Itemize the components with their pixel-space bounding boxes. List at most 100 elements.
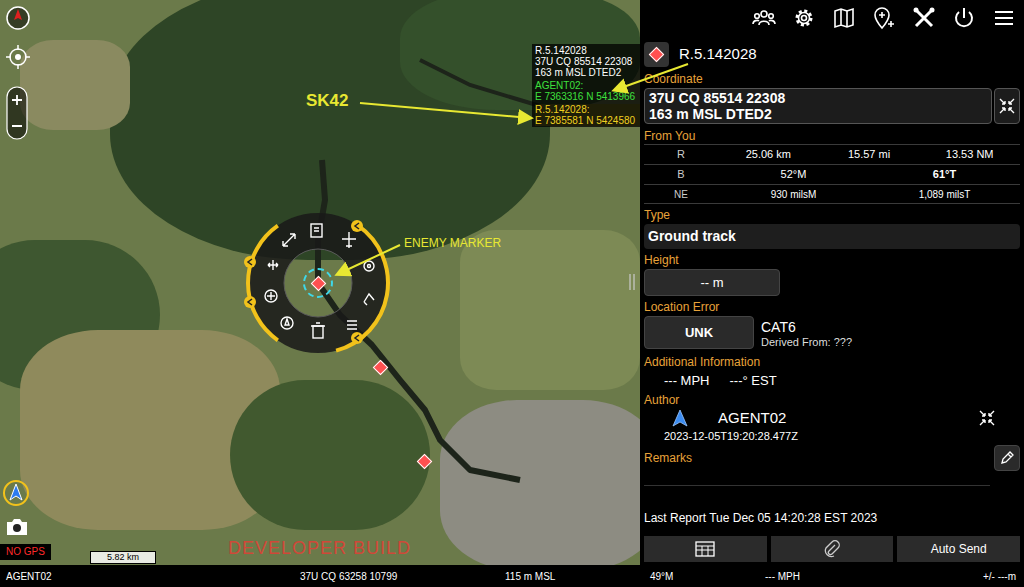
status-speed: --- MPH	[765, 569, 925, 584]
author-row: AGENT02	[644, 407, 1020, 429]
gear-icon[interactable]	[792, 6, 816, 30]
scale-bar: 5.82 km	[90, 551, 156, 564]
callout-line: E 7385581 N 5424580	[535, 115, 640, 126]
callout-line: R.5.142028	[535, 45, 640, 56]
category-text: CAT6	[761, 319, 852, 335]
diamond-icon	[416, 453, 432, 469]
speed-course-row: --- MPH ---° EST	[664, 373, 1020, 389]
enemy-marker-label: ENEMY MARKER	[404, 236, 501, 250]
coordinate-grid: 37U CQ 85514 22308	[649, 90, 987, 106]
marker-title[interactable]: R.5.142028	[679, 43, 757, 66]
contacts-icon[interactable]	[752, 6, 776, 30]
author-timestamp: 2023-12-05T19:20:28.477Z	[664, 429, 1020, 443]
details-table-button[interactable]	[644, 536, 767, 562]
table-row: NE 930 milsM 1,089 milsT	[644, 184, 1020, 204]
remarks-field[interactable]	[644, 485, 990, 486]
section-label: Additional Information	[644, 355, 1020, 369]
sk42-label: SK42	[306, 91, 349, 111]
diamond-icon	[310, 275, 326, 291]
table-cell: 52°M	[718, 166, 869, 183]
status-grid: 37U CQ 63258 10799	[300, 569, 505, 584]
range-bearing-table: R 25.06 km 15.57 mi 13.53 NM B 52°M 61°T…	[644, 144, 1020, 204]
callout-line: R.5.142028:	[535, 104, 640, 115]
last-report-text: Last Report Tue Dec 05 14:20:28 EST 2023	[644, 508, 1020, 528]
table-cell: 1,089 milsT	[869, 187, 1020, 202]
paperclip-icon	[823, 540, 841, 558]
app-screen: R.5.142028 37U CQ 85514 22308 163 m MSL …	[0, 0, 1024, 587]
derived-from-text: Derived From: ???	[761, 335, 852, 349]
status-heading: 49°M	[650, 569, 765, 584]
section-label: Type	[644, 208, 1020, 222]
title-row: R.5.142028	[644, 40, 1020, 68]
location-error-button[interactable]: UNK	[644, 316, 754, 349]
tools-icon[interactable]	[912, 6, 936, 30]
zoom-control-icon[interactable]	[6, 86, 28, 140]
type-field[interactable]: Ground track	[644, 224, 1020, 249]
course-text: ---° EST	[730, 373, 777, 389]
section-label: Coordinate	[644, 72, 1020, 86]
attachment-button[interactable]	[771, 536, 894, 562]
map-view[interactable]: R.5.142028 37U CQ 85514 22308 163 m MSL …	[0, 0, 640, 565]
town-area	[440, 400, 640, 565]
self-marker-icon[interactable]	[2, 479, 30, 507]
status-callsign: AGENT02	[0, 569, 300, 584]
table-icon	[695, 541, 715, 557]
coordinate-button[interactable]	[994, 88, 1020, 124]
camera-icon[interactable]	[4, 515, 30, 539]
coordinate-field[interactable]: 37U CQ 85514 22308 163 m MSL DTED2	[644, 88, 992, 124]
crosshair-arrows-icon	[998, 97, 1016, 115]
table-cell: 13.53 NM	[919, 146, 1020, 163]
callout-line: 163 m MSL DTED2	[535, 67, 640, 78]
category-block: CAT6 Derived From: ???	[761, 316, 852, 349]
author-arrow-icon	[672, 409, 688, 427]
details-panel: R.5.142028 Coordinate 37U CQ 85514 22308…	[640, 0, 1024, 565]
coordinate-callout: R.5.142028 37U CQ 85514 22308 163 m MSL …	[532, 44, 640, 127]
auto-send-button[interactable]: Auto Send	[897, 536, 1020, 562]
row-label: B	[644, 166, 718, 183]
remarks-row: Remarks	[644, 445, 1020, 471]
toolbar	[640, 0, 1024, 36]
forest-area	[230, 380, 430, 530]
author-name: AGENT02	[718, 407, 786, 430]
pencil-icon	[999, 450, 1015, 466]
section-label: From You	[644, 129, 1020, 143]
coordinate-row: 37U CQ 85514 22308 163 m MSL DTED2	[644, 88, 1020, 124]
gps-status: NO GPS	[0, 544, 51, 560]
add-point-icon[interactable]	[872, 6, 896, 30]
status-altitude: 115 m MSL	[505, 569, 650, 584]
table-cell: 930 milsM	[718, 187, 869, 202]
map-icon[interactable]	[832, 6, 856, 30]
field-area	[460, 230, 640, 390]
compass-icon[interactable]	[5, 5, 31, 31]
developer-watermark: DEVELOPER BUILD	[228, 535, 411, 562]
annotation-arrows-icon	[0, 0, 1024, 587]
main-area: R.5.142028 37U CQ 85514 22308 163 m MSL …	[0, 0, 1024, 565]
details-content: R.5.142028 Coordinate 37U CQ 85514 22308…	[640, 36, 1024, 565]
action-bar: Auto Send	[644, 536, 1020, 562]
table-cell: 25.06 km	[718, 146, 819, 163]
enemy-marker[interactable]	[303, 268, 333, 298]
edit-remarks-button[interactable]	[994, 445, 1020, 471]
callout-line: AGENT02:	[535, 80, 640, 91]
power-icon[interactable]	[952, 6, 976, 30]
enemy-marker[interactable]	[365, 352, 395, 382]
height-button[interactable]: -- m	[644, 269, 780, 296]
section-label: Height	[644, 253, 1020, 267]
locate-icon[interactable]	[5, 44, 31, 70]
enemy-marker[interactable]	[409, 446, 439, 476]
panel-grip-icon[interactable]	[628, 272, 636, 292]
table-cell: 61°T	[869, 166, 1020, 183]
row-label: NE	[644, 187, 718, 202]
crosshair-arrows-icon[interactable]	[978, 409, 996, 427]
table-row: R 25.06 km 15.57 mi 13.53 NM	[644, 144, 1020, 164]
speed-text: --- MPH	[664, 373, 710, 389]
marker-type-button[interactable]	[644, 42, 669, 67]
menu-icon[interactable]	[992, 6, 1016, 30]
table-cell: 15.57 mi	[819, 146, 920, 163]
field-area	[20, 40, 130, 130]
status-bar: AGENT02 37U CQ 63258 10799 115 m MSL 49°…	[0, 565, 1024, 587]
coordinate-elevation: 163 m MSL DTED2	[649, 106, 987, 122]
table-row: B 52°M 61°T	[644, 164, 1020, 184]
section-label: Remarks	[644, 451, 692, 465]
location-error-row: UNK CAT6 Derived From: ???	[644, 316, 1020, 349]
